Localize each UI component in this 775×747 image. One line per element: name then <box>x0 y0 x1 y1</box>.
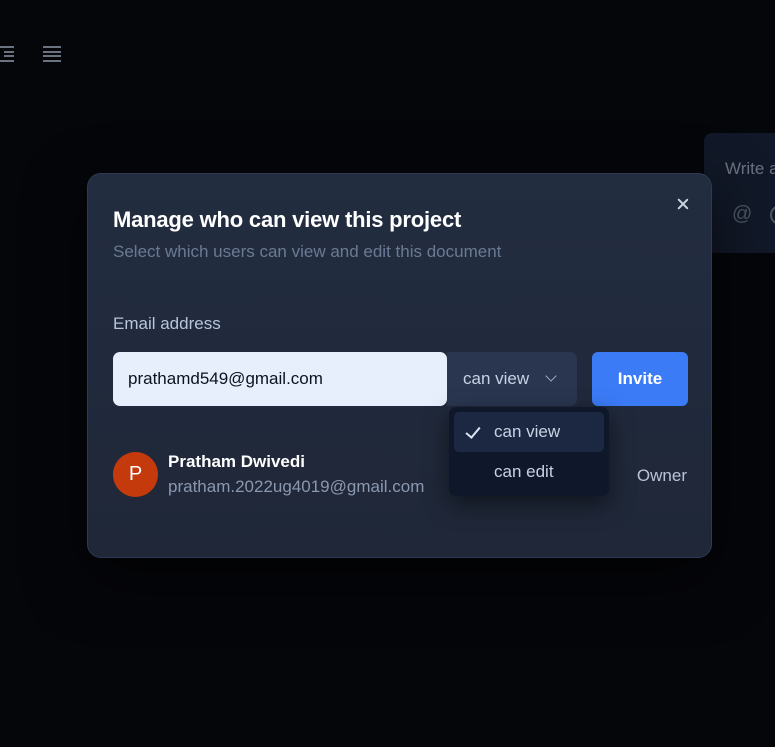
modal-title: Manage who can view this project <box>113 207 462 232</box>
emoji-icon[interactable] <box>770 205 775 225</box>
email-input[interactable] <box>113 352 447 406</box>
mention-icon[interactable]: @ <box>732 203 752 226</box>
chevron-down-icon <box>545 370 557 382</box>
option-label: can edit <box>494 462 554 481</box>
email-label: Email address <box>113 314 221 333</box>
member-name: Pratham Dwivedi <box>168 452 305 471</box>
indent-icon[interactable] <box>0 46 14 62</box>
comment-panel: Write a @ <box>704 133 775 253</box>
option-can-edit[interactable]: can edit <box>454 452 604 492</box>
member-role: Owner <box>636 466 687 485</box>
member-email: pratham.2022ug4019@gmail.com <box>168 477 425 496</box>
invite-button[interactable]: Invite <box>592 352 688 406</box>
share-modal: Manage who can view this project Select … <box>87 173 712 558</box>
align-justify-icon[interactable] <box>43 46 61 62</box>
permission-select[interactable]: can view <box>447 352 577 406</box>
option-label: can view <box>494 422 561 441</box>
comment-placeholder[interactable]: Write a <box>725 159 775 179</box>
modal-subtitle: Select which users can view and edit thi… <box>113 242 502 261</box>
check-icon <box>465 423 481 439</box>
avatar: P <box>113 452 158 497</box>
permission-dropdown: can view can edit <box>449 407 609 496</box>
close-icon[interactable] <box>674 195 692 213</box>
permission-select-label: can view <box>463 369 530 388</box>
option-can-view[interactable]: can view <box>454 412 604 452</box>
